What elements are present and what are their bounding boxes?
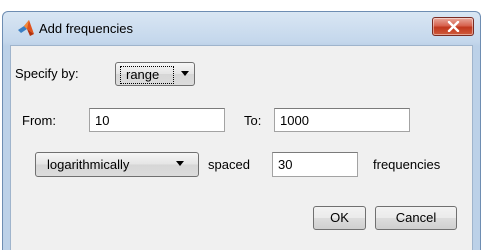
- spacing-mode-dropdown[interactable]: logarithmically: [35, 152, 199, 177]
- close-button[interactable]: [432, 17, 474, 36]
- dialog-window: Add frequencies Specify by: range From: …: [2, 11, 481, 250]
- to-label: To:: [244, 113, 262, 128]
- cancel-button[interactable]: Cancel: [375, 206, 457, 230]
- specify-by-label: Specify by:: [15, 66, 79, 81]
- spacing-mode-value: logarithmically: [47, 157, 130, 172]
- matlab-logo-icon: [17, 19, 35, 37]
- chevron-down-icon: [176, 161, 184, 166]
- chevron-down-icon: [181, 71, 189, 76]
- frequencies-label: frequencies: [373, 157, 441, 172]
- window-title: Add frequencies: [39, 21, 133, 36]
- spaced-label: spaced: [208, 157, 250, 172]
- close-icon: [447, 21, 460, 32]
- from-label: From:: [22, 113, 56, 128]
- specify-by-value: range: [126, 67, 160, 82]
- dialog-content: Specify by: range From: To: logarithmica…: [10, 45, 473, 250]
- frequency-count-input[interactable]: [272, 152, 358, 177]
- from-input[interactable]: [89, 108, 225, 132]
- to-input[interactable]: [274, 108, 410, 132]
- title-bar[interactable]: Add frequencies: [3, 12, 480, 45]
- ok-button[interactable]: OK: [313, 206, 366, 230]
- specify-by-dropdown[interactable]: range: [115, 62, 195, 86]
